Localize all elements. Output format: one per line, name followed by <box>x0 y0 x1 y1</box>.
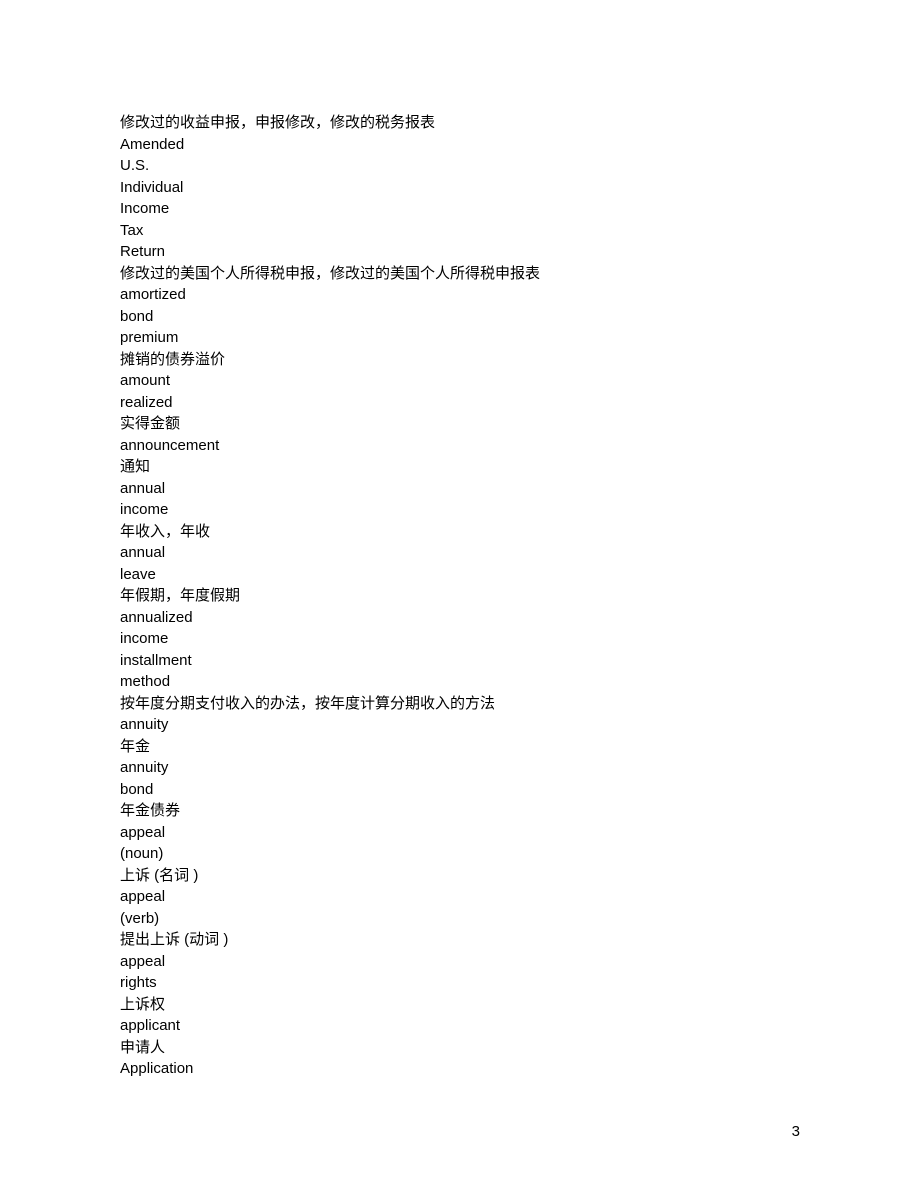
text-line: 修改过的美国个人所得税申报，修改过的美国个人所得税申报表 <box>120 263 800 285</box>
text-line: annuity <box>120 714 800 736</box>
text-content: 修改过的收益申报，申报修改，修改的税务报表AmendedU.S.Individu… <box>120 112 800 1080</box>
text-line: applicant <box>120 1015 800 1037</box>
text-line: announcement <box>120 435 800 457</box>
text-line: 年收入，年收 <box>120 521 800 543</box>
document-page: 修改过的收益申报，申报修改，修改的税务报表AmendedU.S.Individu… <box>0 0 920 1080</box>
text-line: installment <box>120 650 800 672</box>
text-line: 提出上诉 (动词 ) <box>120 929 800 951</box>
text-line: (verb) <box>120 908 800 930</box>
text-line: realized <box>120 392 800 414</box>
text-line: 申请人 <box>120 1037 800 1059</box>
text-line: 上诉 (名词 ) <box>120 865 800 887</box>
text-line: 修改过的收益申报，申报修改，修改的税务报表 <box>120 112 800 134</box>
text-line: 摊销的债券溢价 <box>120 349 800 371</box>
text-line: bond <box>120 779 800 801</box>
text-line: income <box>120 628 800 650</box>
text-line: rights <box>120 972 800 994</box>
text-line: appeal <box>120 886 800 908</box>
text-line: 年金债券 <box>120 800 800 822</box>
text-line: Return <box>120 241 800 263</box>
text-line: annualized <box>120 607 800 629</box>
text-line: Tax <box>120 220 800 242</box>
text-line: Application <box>120 1058 800 1080</box>
text-line: income <box>120 499 800 521</box>
text-line: premium <box>120 327 800 349</box>
text-line: amortized <box>120 284 800 306</box>
text-line: (noun) <box>120 843 800 865</box>
text-line: 实得金额 <box>120 413 800 435</box>
text-line: annual <box>120 542 800 564</box>
text-line: appeal <box>120 822 800 844</box>
text-line: annuity <box>120 757 800 779</box>
text-line: 年假期，年度假期 <box>120 585 800 607</box>
text-line: appeal <box>120 951 800 973</box>
text-line: leave <box>120 564 800 586</box>
page-number: 3 <box>792 1123 800 1140</box>
text-line: Income <box>120 198 800 220</box>
text-line: 上诉权 <box>120 994 800 1016</box>
text-line: amount <box>120 370 800 392</box>
text-line: 通知 <box>120 456 800 478</box>
text-line: bond <box>120 306 800 328</box>
text-line: Amended <box>120 134 800 156</box>
text-line: Individual <box>120 177 800 199</box>
text-line: 按年度分期支付收入的办法，按年度计算分期收入的方法 <box>120 693 800 715</box>
text-line: annual <box>120 478 800 500</box>
text-line: method <box>120 671 800 693</box>
text-line: U.S. <box>120 155 800 177</box>
text-line: 年金 <box>120 736 800 758</box>
